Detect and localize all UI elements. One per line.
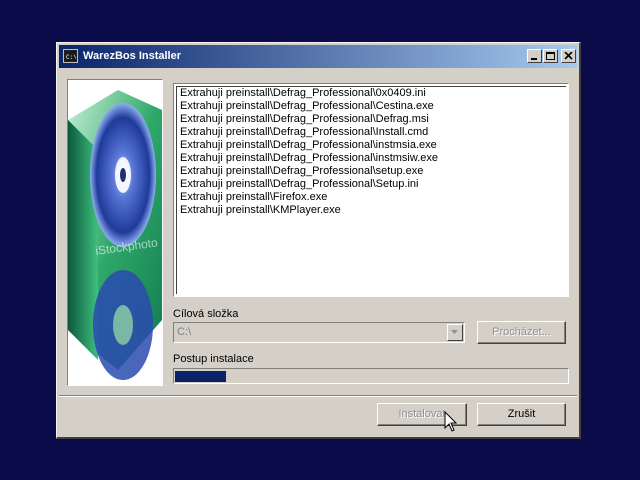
browse-button[interactable]: Procházet... (477, 321, 566, 344)
close-icon (564, 52, 573, 60)
separator (59, 395, 577, 397)
progress-fill (175, 371, 226, 382)
cancel-button[interactable]: Zrušit (477, 403, 566, 426)
log-list[interactable]: Extrahuji preinstall\Defrag_Professional… (173, 83, 569, 297)
log-line: Extrahuji preinstall\Defrag_Professional… (180, 126, 429, 138)
title-bar[interactable]: C:\ WarezBos Installer (59, 45, 577, 68)
maximize-icon (546, 52, 555, 60)
log-line: Extrahuji preinstall\Defrag_Professional… (180, 152, 439, 164)
svg-text:C:\: C:\ (66, 54, 76, 61)
progress-label: Postup instalace (173, 353, 254, 365)
minimize-button[interactable] (527, 49, 542, 63)
install-progress-bar (173, 368, 569, 384)
log-line: Extrahuji preinstall\Defrag_Professional… (180, 165, 424, 177)
log-line: Extrahuji preinstall\Defrag_Professional… (180, 113, 429, 125)
target-folder-label: Cílová složka (173, 308, 239, 320)
close-button[interactable] (561, 49, 576, 63)
log-line: Extrahuji preinstall\Defrag_Professional… (180, 87, 426, 99)
log-line: Extrahuji preinstall\KMPlayer.exe (180, 204, 341, 216)
installer-window: C:\ WarezBos Installer iStockphoto Extra… (56, 42, 581, 439)
mouse-cursor-icon (444, 411, 458, 432)
maximize-button[interactable] (543, 49, 558, 63)
log-line: Extrahuji preinstall\Defrag_Professional… (180, 178, 419, 190)
dropdown-button[interactable] (447, 324, 463, 341)
minimize-icon (531, 58, 537, 60)
target-folder-combo[interactable]: C:\ (173, 322, 465, 343)
product-image: iStockphoto (67, 79, 163, 386)
chevron-down-icon (451, 330, 458, 334)
log-line: Extrahuji preinstall\Defrag_Professional… (180, 100, 434, 112)
target-folder-value: C:\ (177, 326, 192, 338)
window-title: WarezBos Installer (83, 50, 182, 62)
log-line: Extrahuji preinstall\Firefox.exe (180, 191, 328, 203)
log-line: Extrahuji preinstall\Defrag_Professional… (180, 139, 437, 151)
app-icon: C:\ (63, 49, 78, 63)
